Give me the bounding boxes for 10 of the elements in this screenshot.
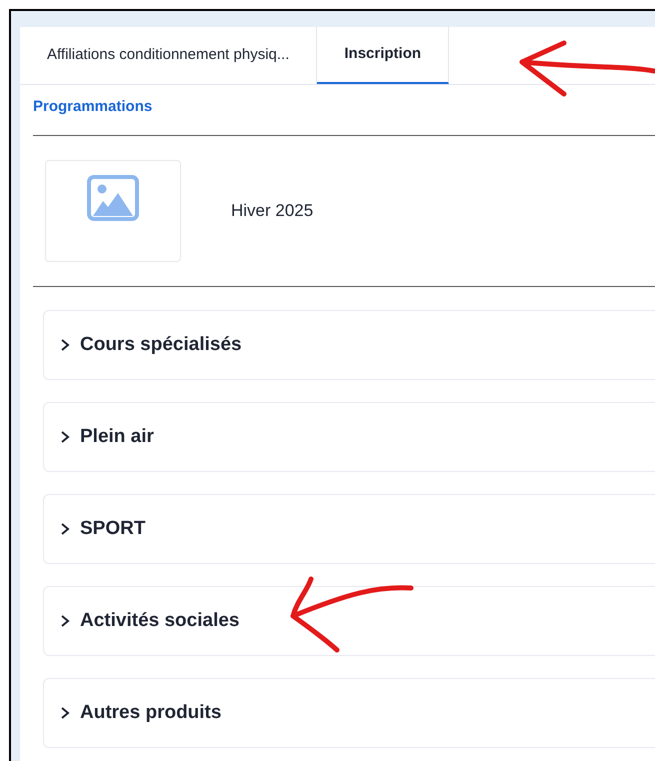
- program-title: Hiver 2025: [231, 200, 314, 222]
- accordion-header[interactable]: Cours spécialisés: [43, 310, 655, 380]
- accordion-header[interactable]: Plein air: [43, 402, 655, 472]
- accordion-header[interactable]: Activités sociales: [43, 586, 655, 656]
- tab[interactable]: Affiliations conditionnement physiq...: [20, 27, 318, 84]
- tab[interactable]: Inscription: [317, 27, 450, 84]
- programmations-link[interactable]: Programmations: [33, 98, 152, 115]
- image-icon: [87, 175, 139, 221]
- accordion-header[interactable]: SPORT: [43, 494, 655, 564]
- accordion-header[interactable]: Autres produits: [43, 678, 655, 748]
